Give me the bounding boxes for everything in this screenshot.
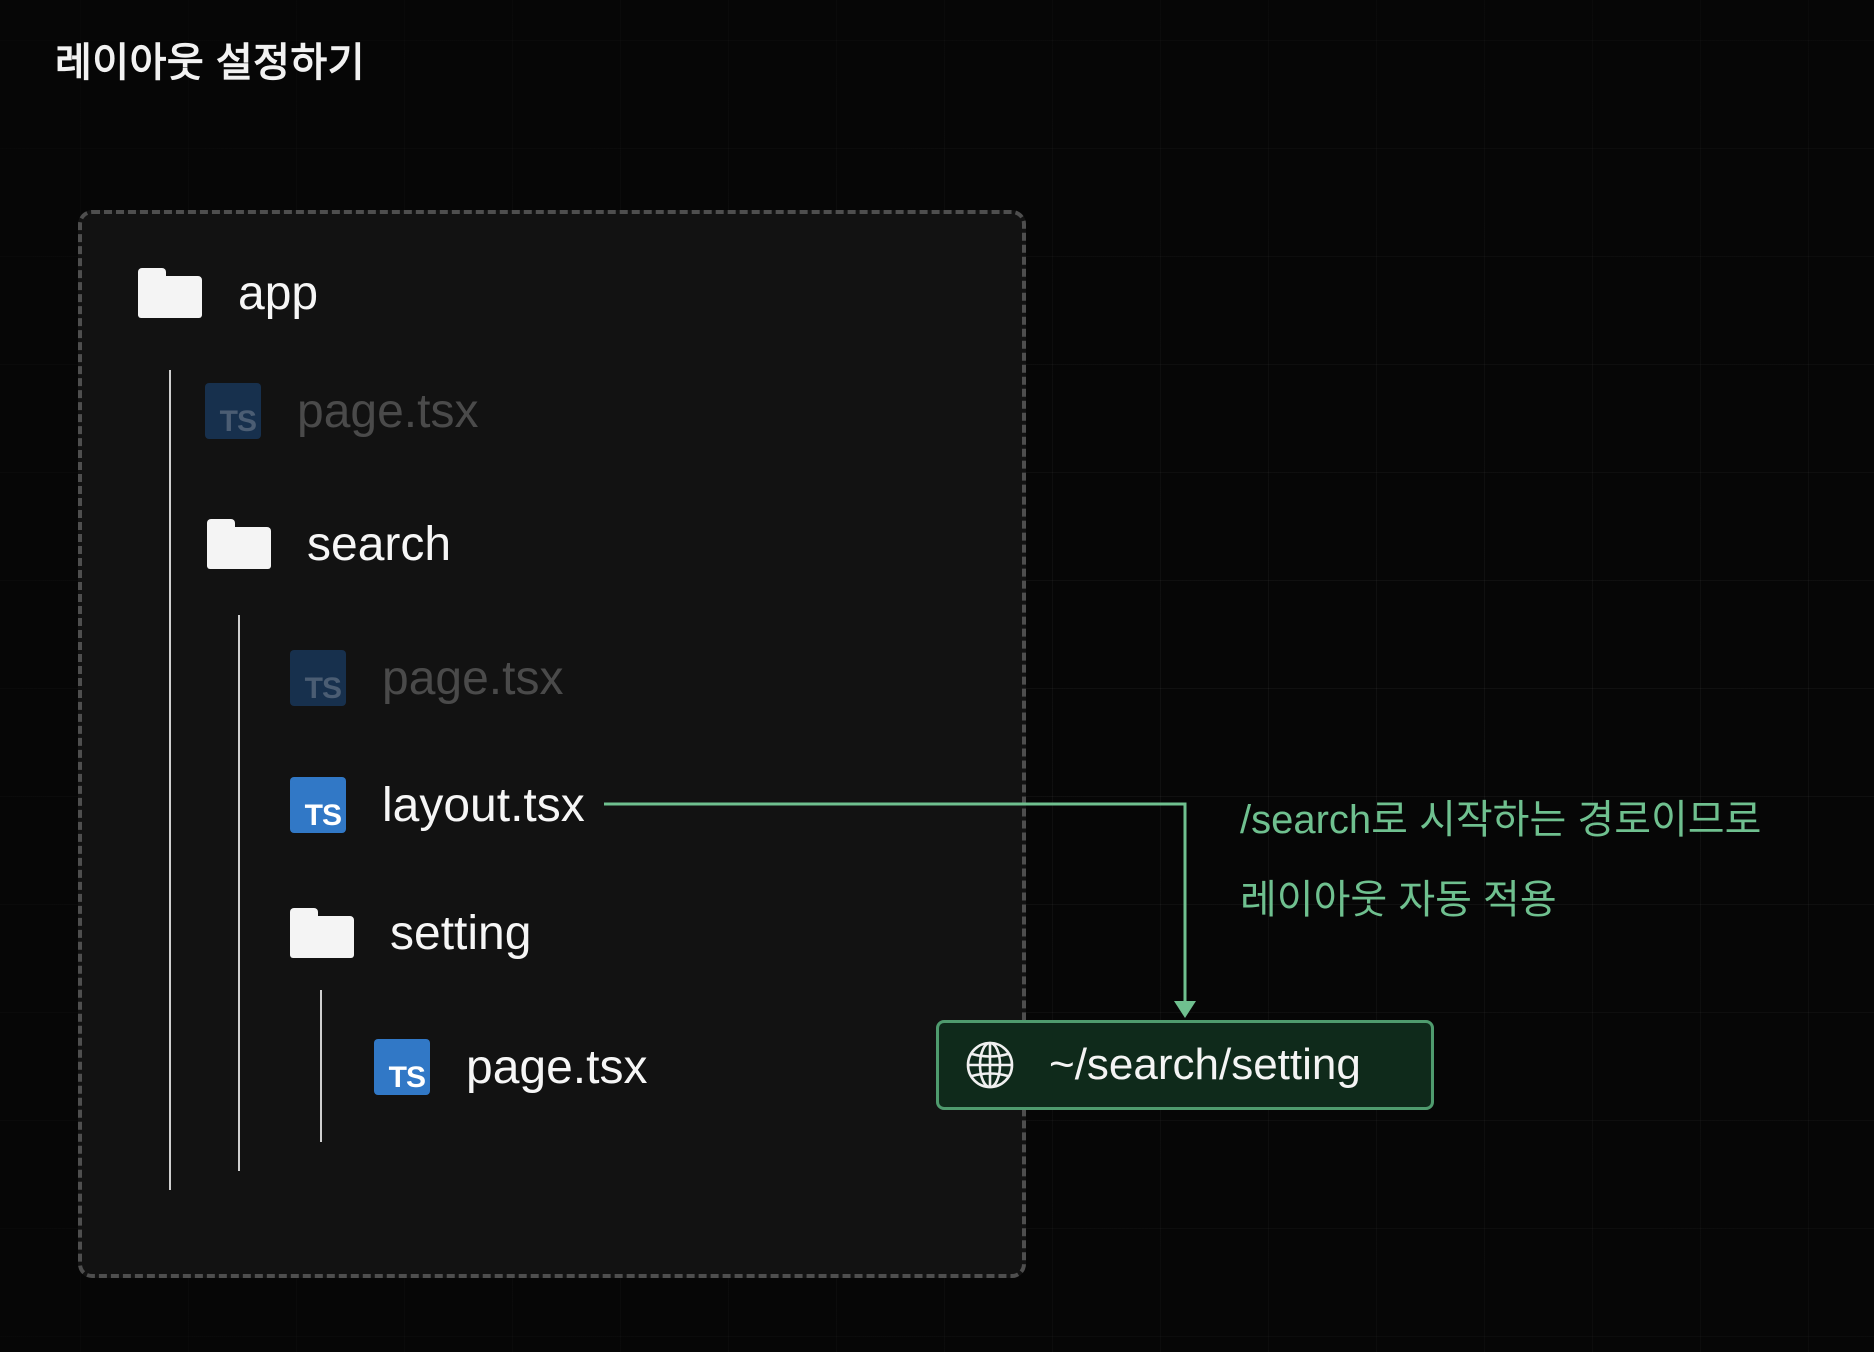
url-address-box: ~/search/setting [936, 1020, 1434, 1110]
folder-label-app: app [238, 266, 319, 320]
folder-label-setting: setting [390, 906, 532, 960]
page-title: 레이아웃 설정하기 [55, 41, 366, 85]
tree-row-search-page[interactable]: TS page.tsx [290, 643, 563, 713]
tree-guide-line-search [238, 615, 240, 1171]
tree-row-setting-folder[interactable]: setting [290, 898, 531, 968]
tree-guide-line-setting [320, 990, 322, 1142]
tree-row-app-folder[interactable]: app [138, 258, 318, 328]
file-tree-panel [78, 210, 1026, 1278]
typescript-file-icon: TS [290, 777, 346, 833]
file-label-app-page: page.tsx [297, 384, 479, 438]
annotation-line-2: 레이아웃 자동 적용 [1240, 878, 1557, 922]
folder-icon [207, 519, 271, 569]
file-label-search-page: page.tsx [382, 651, 564, 705]
tree-guide-line-app [169, 370, 171, 1190]
typescript-file-icon: TS [290, 650, 346, 706]
file-label-setting-page: page.tsx [466, 1040, 648, 1094]
annotation-line-1: /search로 시작하는 경로이므로 [1240, 798, 1762, 842]
tree-row-layout[interactable]: TS layout.tsx [290, 770, 585, 840]
folder-icon [290, 908, 354, 958]
tree-row-app-page[interactable]: TS page.tsx [205, 376, 478, 446]
diagram-canvas: 레이아웃 설정하기 app TS page.tsx search TS page… [0, 0, 1874, 1352]
url-path-text: ~/search/setting [1049, 1040, 1361, 1089]
tree-row-search-folder[interactable]: search [207, 509, 451, 579]
folder-icon [138, 268, 202, 318]
typescript-file-icon: TS [374, 1039, 430, 1095]
tree-row-setting-page[interactable]: TS page.tsx [374, 1032, 647, 1102]
file-label-layout: layout.tsx [382, 778, 585, 832]
typescript-file-icon: TS [205, 383, 261, 439]
folder-label-search: search [307, 517, 452, 571]
globe-icon [966, 1041, 1014, 1089]
